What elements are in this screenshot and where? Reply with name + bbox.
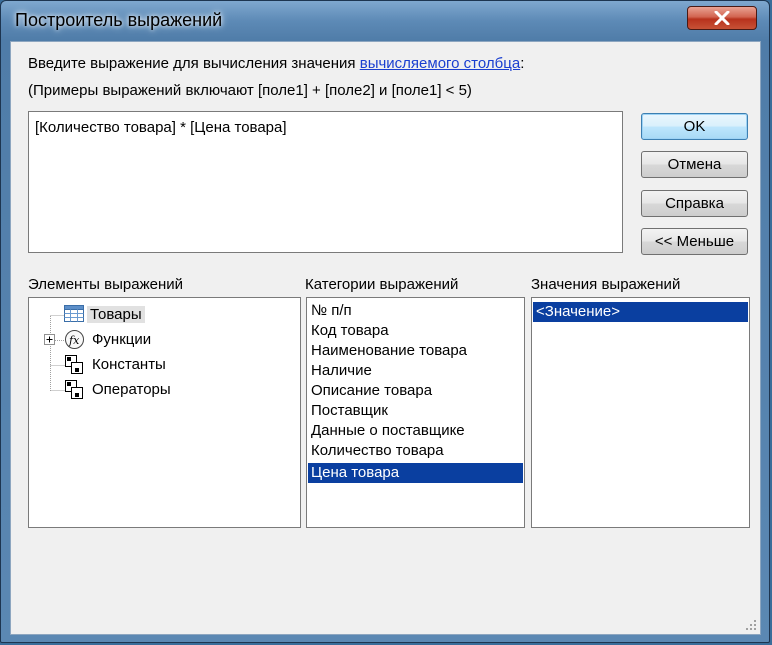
resize-grip-icon[interactable]	[745, 619, 757, 631]
prompt-text: Введите выражение для вычисления значени…	[28, 55, 524, 72]
close-button[interactable]	[687, 6, 757, 30]
list-item[interactable]: Код товара	[308, 321, 523, 341]
expand-icon[interactable]	[44, 334, 55, 345]
list-item[interactable]: Наименование товара	[308, 341, 523, 361]
elements-label: Элементы выражений	[28, 276, 183, 293]
prompt-prefix: Введите выражение для вычисления значени…	[28, 55, 360, 72]
function-icon: fx	[65, 330, 84, 349]
less-button[interactable]: << Меньше	[641, 228, 748, 255]
categories-label: Категории выражений	[305, 276, 459, 293]
operators-icon	[65, 380, 83, 399]
list-item-selected[interactable]: Цена товара	[308, 463, 523, 483]
values-list[interactable]: <Значение>	[531, 297, 750, 528]
values-label: Значения выражений	[531, 276, 681, 293]
expression-input[interactable]: [Количество товара] * [Цена товара]	[28, 111, 623, 253]
list-item[interactable]: Описание товара	[308, 381, 523, 401]
tree-item-label: Операторы	[92, 381, 171, 398]
svg-text:fx: fx	[68, 334, 80, 347]
dialog-body: Введите выражение для вычисления значени…	[10, 41, 761, 635]
title-bar[interactable]: Построитель выражений	[1, 1, 771, 41]
list-item[interactable]: № п/п	[308, 301, 523, 321]
list-item-selected[interactable]: <Значение>	[533, 302, 748, 322]
window-title: Построитель выражений	[15, 10, 223, 30]
list-item[interactable]: Количество товара	[308, 441, 523, 461]
constants-icon	[65, 355, 83, 374]
prompt-suffix: :	[520, 55, 525, 72]
list-item[interactable]: Наличие	[308, 361, 523, 381]
ok-button[interactable]: OK	[641, 113, 748, 140]
categories-list[interactable]: № п/п Код товара Наименование товара Нал…	[306, 297, 525, 528]
calculated-column-link[interactable]: вычисляемого столбца	[360, 55, 520, 72]
list-item[interactable]: Данные о поставщике	[308, 421, 523, 441]
help-button[interactable]: Справка	[641, 190, 748, 217]
expression-text: [Количество товара] * [Цена товара]	[35, 119, 287, 136]
tree-item-label: Константы	[92, 356, 166, 373]
list-item[interactable]: Поставщик	[308, 401, 523, 421]
table-icon	[64, 305, 84, 322]
expression-builder-window: Построитель выражений Введите выражение …	[0, 0, 770, 643]
tree-item-label: Товары	[87, 306, 145, 323]
examples-text: (Примеры выражений включают [поле1] + [п…	[28, 82, 472, 99]
tree-item-label: Функции	[92, 331, 152, 348]
close-icon	[714, 11, 730, 25]
elements-tree[interactable]: Товары fx Функции Константы Операторы	[28, 297, 301, 528]
cancel-button[interactable]: Отмена	[641, 151, 748, 178]
